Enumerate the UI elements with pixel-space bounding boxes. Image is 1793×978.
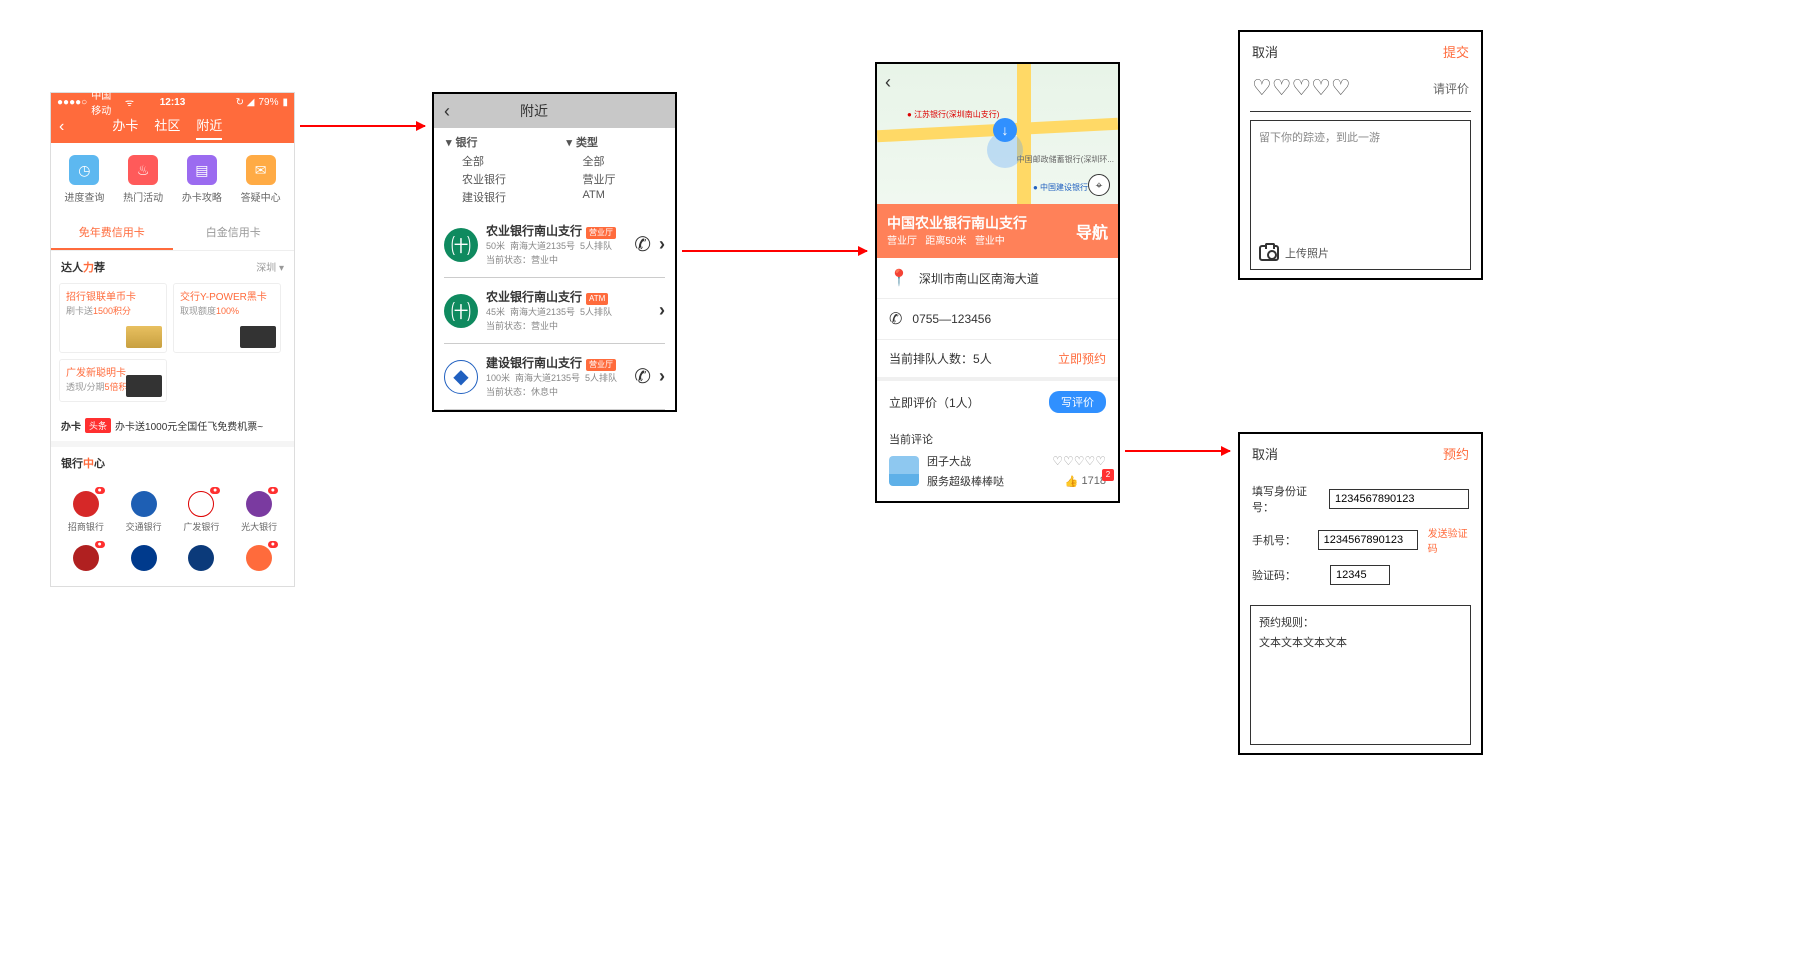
city-selector[interactable]: 深圳 ▾ xyxy=(256,259,284,275)
phone-input[interactable] xyxy=(1318,530,1418,550)
page-title: 附近 xyxy=(520,101,548,121)
bank-item[interactable]: 光大银行● xyxy=(230,485,288,539)
news-banner[interactable]: 办卡 头条 办卡送1000元全国任飞免费机票~ xyxy=(51,410,294,441)
quick-faq[interactable]: ✉答疑中心 xyxy=(241,155,281,204)
call-icon[interactable]: ✆ xyxy=(634,364,651,389)
submit-button[interactable]: 提交 xyxy=(1443,42,1469,61)
bank-logo-icon: ㈩ xyxy=(444,294,478,328)
bank-logo-icon: ◆ xyxy=(444,360,478,394)
tab-nearby[interactable]: 附近 xyxy=(196,115,222,140)
back-icon[interactable]: ‹ xyxy=(59,118,64,136)
book-button[interactable]: 预约 xyxy=(1443,444,1469,463)
upload-photo-button[interactable]: 上传照片 xyxy=(1259,245,1329,261)
home-screen: ●●●●○中国移动ᯤ 12:13 ↻ ◢79%▮ ‹ 办卡 社区 附近 ◷进度查… xyxy=(50,92,295,587)
branch-item[interactable]: ㈩农业银行南山支行营业厅50米 南海大道2135号 5人排队当前状态：营业中✆› xyxy=(444,212,665,278)
rating-hearts-icon: ♡♡♡♡♡ xyxy=(1052,454,1106,468)
flow-arrow xyxy=(300,125,425,127)
back-icon[interactable]: ‹ xyxy=(885,72,891,93)
code-label: 验证码： xyxy=(1252,567,1324,583)
id-label: 填写身份证号： xyxy=(1252,483,1323,515)
bank-item[interactable]: ● xyxy=(57,539,115,580)
status-bar: ●●●●○中国移动ᯤ 12:13 ↻ ◢79%▮ xyxy=(51,93,294,111)
promo-card[interactable]: 招行银联单币卡 刷卡送1500积分 xyxy=(59,283,167,353)
rating-input[interactable]: ♡♡♡♡♡ xyxy=(1252,75,1351,101)
id-input[interactable] xyxy=(1329,489,1469,509)
comments-title: 当前评论 xyxy=(889,431,1106,447)
bank-center-title: 银行中心 xyxy=(61,455,105,471)
comment-user: 团子大战 xyxy=(927,453,971,469)
address-row[interactable]: 📍 深圳市南山区南海大道 xyxy=(877,258,1118,299)
nearby-screen: ‹ 附近 ▾ 银行 全部 农业银行 建设银行 ▾ 类型 全部 营业厅 ATM ㈩… xyxy=(432,92,677,412)
branch-overlay: 中国农业银行南山支行 营业厅 距离50米 营业中 导航 xyxy=(877,204,1118,258)
bank-item[interactable] xyxy=(115,539,173,580)
sub-tabs: 免年费信用卡 白金信用卡 xyxy=(51,216,294,251)
branch-item[interactable]: ㈩农业银行南山支行ATM45米 南海大道2135号 5人排队当前状态：营业中› xyxy=(444,278,665,344)
chevron-right-icon: › xyxy=(659,300,665,321)
subtab-free[interactable]: 免年费信用卡 xyxy=(51,216,173,250)
navigate-button[interactable]: 导航 xyxy=(1076,219,1108,243)
quick-progress[interactable]: ◷进度查询 xyxy=(64,155,104,204)
bank-item[interactable]: 招商银行● xyxy=(57,485,115,539)
cancel-button[interactable]: 取消 xyxy=(1252,444,1278,463)
quick-actions: ◷进度查询 ♨热门活动 ▤办卡攻略 ✉答疑中心 xyxy=(51,143,294,216)
bank-item[interactable]: 广发银行● xyxy=(173,485,231,539)
cancel-button[interactable]: 取消 xyxy=(1252,42,1278,61)
header: ‹ 附近 xyxy=(434,94,675,128)
branch-item[interactable]: ◆建设银行南山支行营业厅100米 南海大道2135号 5人排队当前状态：休息中✆… xyxy=(444,344,665,410)
tab-card[interactable]: 办卡 xyxy=(112,115,138,140)
chevron-right-icon: › xyxy=(659,234,665,255)
promo-card[interactable]: 交行Y-POWER黑卡 取现额度100% xyxy=(173,283,281,353)
phone-row[interactable]: ✆ 0755—123456 xyxy=(877,299,1118,340)
flow-arrow xyxy=(682,250,867,252)
recommend-title: 达人力荐 xyxy=(61,259,105,275)
locate-button[interactable]: ⌖ xyxy=(1088,174,1110,196)
code-input[interactable] xyxy=(1330,565,1390,585)
like-button[interactable]: 👍 17182 xyxy=(1065,475,1106,488)
subtab-platinum[interactable]: 白金信用卡 xyxy=(173,216,295,250)
review-textarea[interactable]: 留下你的踪迹，到此一游 上传照片 xyxy=(1250,120,1471,270)
camera-icon xyxy=(1259,245,1279,261)
bank-item[interactable] xyxy=(173,539,231,580)
promo-card[interactable]: 广发新聪明卡 透现/分期5倍积分 xyxy=(59,359,167,402)
comment-text: 服务超级棒棒哒 xyxy=(927,473,1004,489)
reserve-button[interactable]: 立即预约 xyxy=(1058,350,1106,367)
branch-detail-screen: ‹ ● 江苏银行(深圳南山支行) 中国邮政储蓄银行(深圳环... ● 中国建设银… xyxy=(875,62,1120,503)
rating-label: 请评价 xyxy=(1433,80,1469,97)
avatar xyxy=(889,456,919,486)
review-modal: 取消 提交 ♡♡♡♡♡ 请评价 留下你的踪迹，到此一游 上传照片 xyxy=(1238,30,1483,280)
filter-bank[interactable]: ▾ 银行 全部 农业银行 建设银行 xyxy=(434,134,555,206)
review-count: 立即评价（1人） xyxy=(889,394,980,411)
booking-modal: 取消 预约 填写身份证号： 手机号： 发送验证码 验证码： 预约规则： 文本文本… xyxy=(1238,432,1483,755)
location-icon: 📍 xyxy=(889,268,909,288)
write-review-button[interactable]: 写评价 xyxy=(1049,391,1106,413)
phone-icon: ✆ xyxy=(889,309,902,329)
queue-count: 当前排队人数：5人 xyxy=(889,350,992,367)
bank-logo-icon: ㈩ xyxy=(444,228,478,262)
chevron-right-icon: › xyxy=(659,366,665,387)
bank-item[interactable]: ● xyxy=(230,539,288,580)
send-code-button[interactable]: 发送验证码 xyxy=(1428,525,1469,555)
bank-item[interactable]: 交通银行 xyxy=(115,485,173,539)
flow-arrow xyxy=(1125,450,1230,452)
comment-item: 团子大战 ♡♡♡♡♡ 服务超级棒棒哒 👍 17182 xyxy=(889,453,1106,489)
tab-community[interactable]: 社区 xyxy=(154,115,180,140)
quick-guide[interactable]: ▤办卡攻略 xyxy=(182,155,222,204)
location-pin-icon: ↓ xyxy=(993,118,1017,142)
filter-type[interactable]: ▾ 类型 全部 营业厅 ATM xyxy=(555,134,676,206)
quick-hot[interactable]: ♨热门活动 xyxy=(123,155,163,204)
call-icon[interactable]: ✆ xyxy=(634,232,651,257)
rules-box: 预约规则： 文本文本文本文本 xyxy=(1250,605,1471,745)
back-icon[interactable]: ‹ xyxy=(444,101,450,122)
phone-label: 手机号： xyxy=(1252,532,1312,548)
map-view[interactable]: ‹ ● 江苏银行(深圳南山支行) 中国邮政储蓄银行(深圳环... ● 中国建设银… xyxy=(877,64,1118,204)
